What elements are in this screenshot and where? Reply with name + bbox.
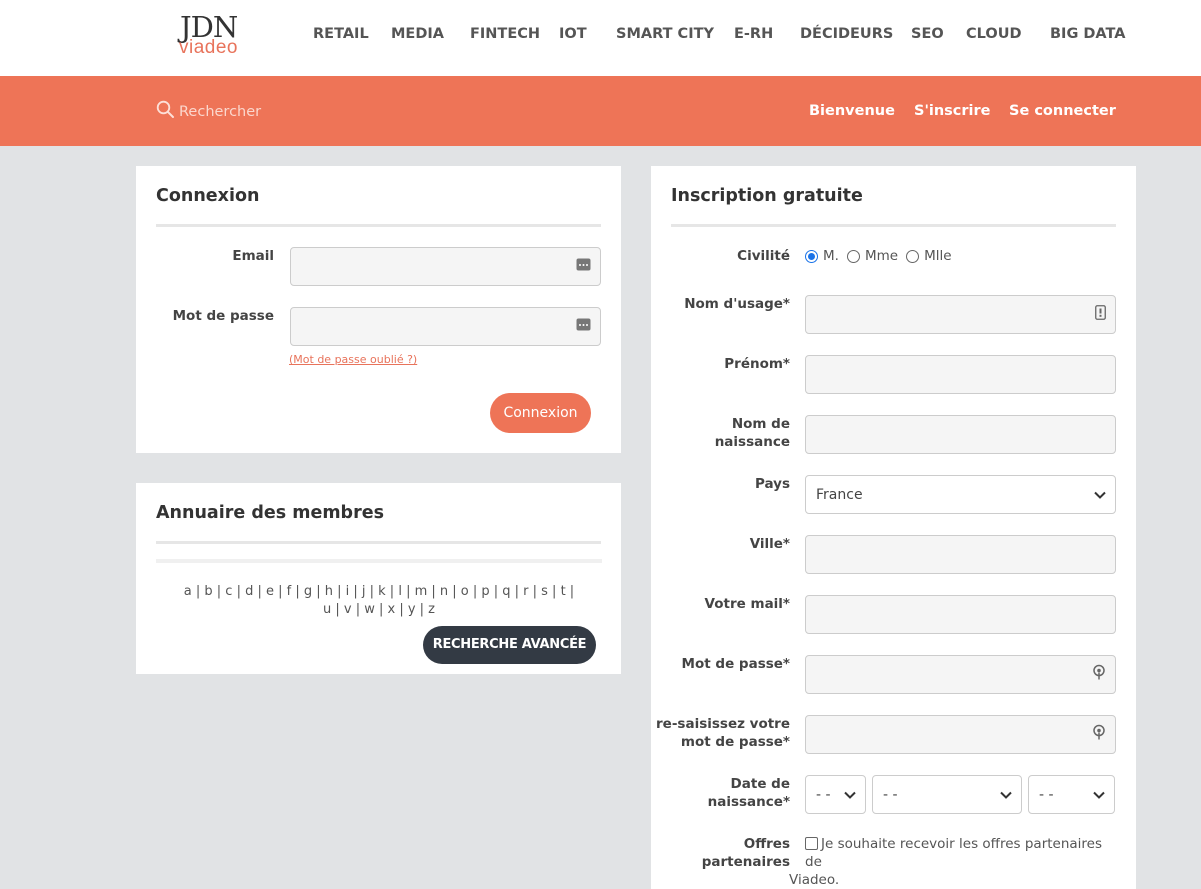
city-field[interactable] — [805, 535, 1116, 574]
birthdate-label: Date de naissance* — [671, 775, 790, 811]
signup-password-label: Mot de passe* — [681, 656, 790, 672]
nav-item-fintech[interactable]: FINTECH — [470, 26, 540, 42]
nav-item-media[interactable]: MEDIA — [391, 26, 444, 42]
search-input[interactable]: Rechercher — [156, 100, 262, 124]
nav-item-decideurs[interactable]: DÉCIDEURS — [800, 26, 893, 42]
civility-option-m[interactable]: M. — [805, 248, 839, 264]
email-field[interactable] — [290, 247, 601, 286]
birthdate-label-line1: Date de — [730, 776, 790, 792]
login-card: Connexion Email Mot de passe (Mot de pas… — [136, 166, 621, 453]
radio-mlle[interactable] — [906, 249, 920, 263]
confirm-password-label-line1: re-saisissez votre — [656, 716, 790, 732]
nav-item-smart-city[interactable]: SMART CITY — [616, 26, 714, 42]
offers-text-line1: Je souhaite recevoir les offres partenai… — [805, 836, 1103, 870]
birth-name-label-line2: naissance — [714, 434, 790, 450]
first-name-label: Prénom* — [724, 356, 790, 372]
offers-text-line2: Viadeo. — [789, 872, 840, 888]
nav-item-cloud[interactable]: CLOUD — [966, 26, 1022, 42]
key-icon[interactable] — [1092, 724, 1106, 745]
civility-radio-group: M. Mme Mlle — [805, 247, 960, 265]
usage-name-field[interactable] — [805, 295, 1116, 334]
offers-label: Offres partenaires — [671, 835, 790, 871]
forgot-password-link[interactable]: (Mot de passe oublié ?) — [289, 353, 417, 366]
civility-option-mlle[interactable]: Mlle — [906, 248, 952, 264]
email-label: Email — [232, 248, 274, 264]
advanced-search-button[interactable]: RECHERCHE AVANCÉE — [423, 626, 596, 664]
country-label: Pays — [754, 476, 790, 492]
birth-month-select[interactable]: - - — [872, 775, 1022, 814]
birth-year-value: - - — [1039, 786, 1054, 803]
nav-item-big-data[interactable]: BIG DATA — [1050, 26, 1126, 42]
directory-title: Annuaire des membres — [156, 503, 385, 523]
autofill-contact-icon[interactable] — [1095, 304, 1106, 325]
birth-name-field[interactable] — [805, 415, 1116, 454]
chevron-down-icon — [1000, 787, 1012, 803]
birth-name-label-line1: Nom de — [731, 416, 790, 432]
confirm-password-label-line2: mot de passe* — [680, 734, 790, 750]
search-icon — [156, 100, 175, 124]
offers-label-line1: Offres — [743, 836, 790, 852]
login-title: Connexion — [156, 186, 260, 206]
nav-item-iot[interactable]: IOT — [559, 26, 587, 42]
birthdate-label-line2: naissance* — [707, 794, 790, 810]
divider — [156, 541, 601, 544]
birth-month-value: - - — [883, 786, 898, 803]
welcome-link[interactable]: Bienvenue — [809, 103, 895, 119]
birth-day-select[interactable]: - - — [805, 775, 866, 814]
nav-item-seo[interactable]: SEO — [911, 26, 944, 42]
login-link[interactable]: Se connecter — [1009, 103, 1116, 119]
signup-email-label: Votre mail* — [704, 596, 790, 612]
radio-m[interactable] — [805, 249, 818, 263]
signup-link[interactable]: S'inscrire — [914, 103, 991, 119]
birth-name-label: Nom de naissance — [671, 415, 790, 451]
first-name-field[interactable] — [805, 355, 1116, 394]
radio-mme[interactable] — [846, 249, 860, 263]
chevron-down-icon — [1094, 487, 1106, 503]
divider — [156, 224, 601, 227]
divider — [671, 224, 1116, 227]
password-manager-icon[interactable] — [576, 318, 591, 336]
chevron-down-icon — [844, 787, 856, 803]
signup-card: Inscription gratuite Civilité M. Mme Mll… — [651, 166, 1136, 889]
radio-m-label: M. — [823, 248, 839, 264]
key-icon[interactable] — [1092, 664, 1106, 685]
directory-card: Annuaire des membres a | b | c | d | e |… — [136, 483, 621, 674]
civility-option-mme[interactable]: Mme — [846, 248, 899, 264]
confirm-password-field[interactable] — [805, 715, 1116, 754]
top-header: JDN viadeo RETAIL MEDIA FINTECH IOT SMAR… — [0, 0, 1201, 76]
offers-text[interactable]: Je souhaite recevoir les offres partenai… — [789, 835, 1115, 889]
nav-item-retail[interactable]: RETAIL — [313, 26, 369, 42]
signup-email-field[interactable] — [805, 595, 1116, 634]
birth-year-select[interactable]: - - — [1028, 775, 1115, 814]
signup-title: Inscription gratuite — [671, 186, 863, 206]
password-manager-icon[interactable] — [576, 258, 591, 276]
radio-mlle-label: Mlle — [924, 248, 952, 264]
confirm-password-label: re-saisissez votre mot de passe* — [651, 715, 790, 751]
usage-name-label: Nom d'usage* — [684, 296, 790, 312]
civility-label: Civilité — [737, 248, 790, 264]
login-button[interactable]: Connexion — [490, 393, 591, 433]
radio-mme-label: Mme — [864, 248, 899, 264]
nav-item-e-rh[interactable]: E-RH — [734, 26, 773, 42]
password-label: Mot de passe — [172, 308, 274, 324]
search-placeholder: Rechercher — [179, 104, 262, 120]
chevron-down-icon — [1093, 787, 1105, 803]
main-nav: RETAIL MEDIA FINTECH IOT SMART CITY E-RH… — [0, 26, 1201, 46]
alphabet-index[interactable]: a | b | c | d | e | f | g | h | i | j | … — [181, 583, 577, 619]
birth-day-value: - - — [816, 786, 831, 803]
signup-password-field[interactable] — [805, 655, 1116, 694]
alphabet-box: a | b | c | d | e | f | g | h | i | j | … — [156, 559, 602, 617]
password-field[interactable] — [290, 307, 601, 346]
city-label: Ville* — [749, 536, 790, 552]
offers-label-line2: partenaires — [701, 854, 790, 870]
country-select-value: France — [816, 486, 863, 503]
country-select[interactable]: France — [805, 475, 1116, 514]
